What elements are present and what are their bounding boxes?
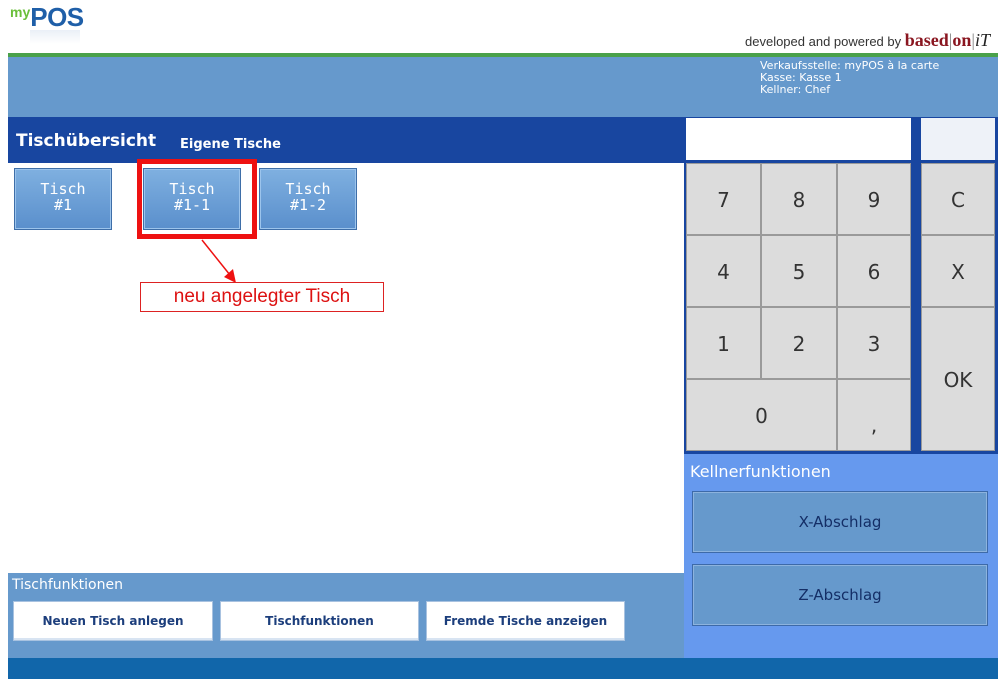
key-2[interactable]: 2: [761, 307, 837, 379]
logo-pos: POS: [30, 2, 84, 32]
z-report-button[interactable]: Z-Abschlag: [692, 564, 988, 626]
key-multiply[interactable]: X: [921, 235, 995, 307]
table-button-1[interactable]: Tisch #1: [14, 168, 112, 230]
powered-label: developed and powered by: [745, 34, 905, 49]
waiter-functions-title: Kellnerfunktionen: [690, 462, 831, 481]
table-functions-title: Tischfunktionen: [12, 577, 123, 593]
brand-it: iT: [974, 30, 990, 50]
key-7[interactable]: 7: [686, 163, 761, 235]
powered-by-text: developed and powered by based|on|iT: [745, 30, 990, 51]
session-info: Verkaufsstelle: myPOS à la carte Kasse: …: [760, 60, 939, 96]
annotation-arrow-icon: [201, 239, 236, 283]
key-8[interactable]: 8: [761, 163, 837, 235]
info-kellner: Kellner: Chef: [760, 83, 831, 96]
logo-my: my: [10, 4, 31, 20]
show-foreign-tables-button[interactable]: Fremde Tische anzeigen: [426, 601, 625, 641]
key-5[interactable]: 5: [761, 235, 837, 307]
key-6[interactable]: 6: [837, 235, 911, 307]
tab-eigene-tische[interactable]: Eigene Tische: [180, 137, 281, 152]
key-3[interactable]: 3: [837, 307, 911, 379]
table-functions-button[interactable]: Tischfunktionen: [220, 601, 419, 641]
basedonit-logo: based|on|iT: [904, 30, 990, 50]
key-1[interactable]: 1: [686, 307, 761, 379]
page-title: Tischübersicht: [16, 131, 157, 151]
key-comma[interactable]: ,: [837, 379, 911, 451]
brand-based: based: [904, 30, 949, 50]
keypad-display[interactable]: [686, 118, 911, 160]
new-table-button[interactable]: Neuen Tisch anlegen: [13, 601, 213, 641]
keypad-separator: [911, 118, 921, 451]
key-clear[interactable]: C: [921, 163, 995, 235]
annotation-callout: neu angelegter Tisch: [140, 282, 384, 312]
brand-on: on: [952, 30, 972, 50]
table-label: Tisch: [285, 180, 331, 198]
highlight-box: [137, 159, 257, 239]
footer-bar: [8, 658, 998, 679]
table-label: Tisch: [40, 180, 86, 198]
table-number: #1-2: [289, 196, 327, 214]
table-number: #1: [53, 196, 73, 214]
key-ok[interactable]: OK: [921, 307, 995, 451]
key-0[interactable]: 0: [686, 379, 837, 451]
x-report-button[interactable]: X-Abschlag: [692, 491, 988, 553]
logo-reflection: [30, 30, 80, 44]
key-4[interactable]: 4: [686, 235, 761, 307]
table-button-1-2[interactable]: Tisch #1-2: [259, 168, 357, 230]
mypos-logo: myPOS: [10, 4, 84, 31]
key-9[interactable]: 9: [837, 163, 911, 235]
waiter-functions-panel: [684, 454, 998, 658]
keypad-display-secondary[interactable]: [921, 118, 995, 160]
